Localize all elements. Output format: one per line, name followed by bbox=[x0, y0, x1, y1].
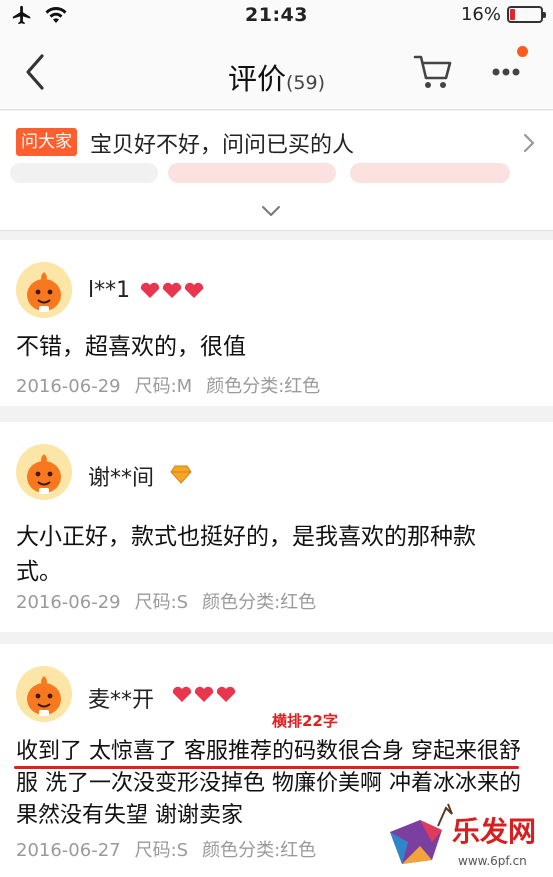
more-button[interactable] bbox=[484, 44, 534, 94]
battery-percent: 16% bbox=[460, 4, 501, 25]
cart-button[interactable] bbox=[412, 52, 454, 92]
status-bar: 21:43 16% bbox=[0, 0, 553, 32]
page-title: 评价(59) bbox=[0, 56, 553, 98]
ask-tag: 问大家 bbox=[16, 128, 77, 156]
review-item: l**1 不错，超喜欢的，很值 2016-06-29 尺码:M 颜色分类:红色 bbox=[0, 240, 553, 406]
watermark-text: 乐发网 bbox=[452, 815, 537, 848]
filter-chip[interactable] bbox=[168, 163, 336, 183]
filter-chip[interactable] bbox=[350, 163, 510, 183]
username: 麦**开 bbox=[88, 688, 155, 713]
user-avatar-icon bbox=[16, 262, 72, 318]
avatar bbox=[16, 444, 72, 500]
review-text: 不错，超喜欢的，很值 bbox=[16, 334, 246, 360]
review-color: 颜色分类:红色 bbox=[202, 592, 317, 613]
chevron-right-icon bbox=[523, 133, 535, 153]
review-meta: 2016-06-27 尺码:S 颜色分类:红色 bbox=[16, 836, 330, 862]
watermark-url: www.6pf.cn bbox=[458, 854, 527, 868]
filter-chip[interactable] bbox=[10, 163, 158, 183]
review-item: 谢**间 大小正好，款式也挺好的，是我喜欢的那种款式。 2016-06-29 尺码… bbox=[0, 422, 553, 632]
avatar bbox=[16, 666, 72, 722]
review-size: 尺码:S bbox=[134, 840, 189, 861]
review-color: 颜色分类:红色 bbox=[206, 376, 321, 397]
review-date: 2016-06-29 bbox=[16, 376, 121, 397]
page-title-text: 评价 bbox=[227, 62, 286, 96]
user-avatar-icon bbox=[16, 444, 72, 500]
review-count: (59) bbox=[286, 72, 326, 94]
heart-badges-icon bbox=[140, 282, 204, 298]
filter-tags-area bbox=[0, 163, 553, 231]
status-right: 16% bbox=[460, 4, 546, 25]
user-avatar-icon bbox=[16, 666, 72, 722]
nav-bar: 评价(59) bbox=[0, 32, 553, 110]
cart-icon bbox=[413, 55, 452, 88]
avatar bbox=[16, 262, 72, 318]
notification-dot bbox=[517, 46, 528, 57]
username: 谢**间 bbox=[88, 466, 155, 491]
chevron-down-icon[interactable] bbox=[259, 203, 283, 219]
review-text: 大小正好，款式也挺好的，是我喜欢的那种款式。 bbox=[16, 524, 476, 585]
review-color: 颜色分类:红色 bbox=[202, 840, 317, 861]
review-date: 2016-06-27 bbox=[16, 840, 121, 861]
deer-logo-icon bbox=[390, 803, 453, 864]
battery-fill bbox=[510, 9, 515, 20]
diamond-badge-icon bbox=[170, 465, 192, 484]
ask-text: 宝贝好不好，问问已买的人 bbox=[90, 133, 355, 158]
annotation-note: 横排22字 bbox=[272, 712, 338, 730]
review-meta: 2016-06-29 尺码:M 颜色分类:红色 bbox=[16, 372, 334, 398]
review-size: 尺码:M bbox=[134, 376, 193, 397]
review-meta: 2016-06-29 尺码:S 颜色分类:红色 bbox=[16, 588, 330, 614]
battery-icon bbox=[507, 6, 546, 23]
review-date: 2016-06-29 bbox=[16, 592, 121, 613]
heart-badges-icon bbox=[172, 686, 236, 702]
username: l**1 bbox=[88, 278, 131, 303]
review-size: 尺码:S bbox=[134, 592, 189, 613]
annotation-underline bbox=[14, 766, 519, 769]
watermark: 乐发网 www.6pf.cn bbox=[380, 800, 550, 875]
